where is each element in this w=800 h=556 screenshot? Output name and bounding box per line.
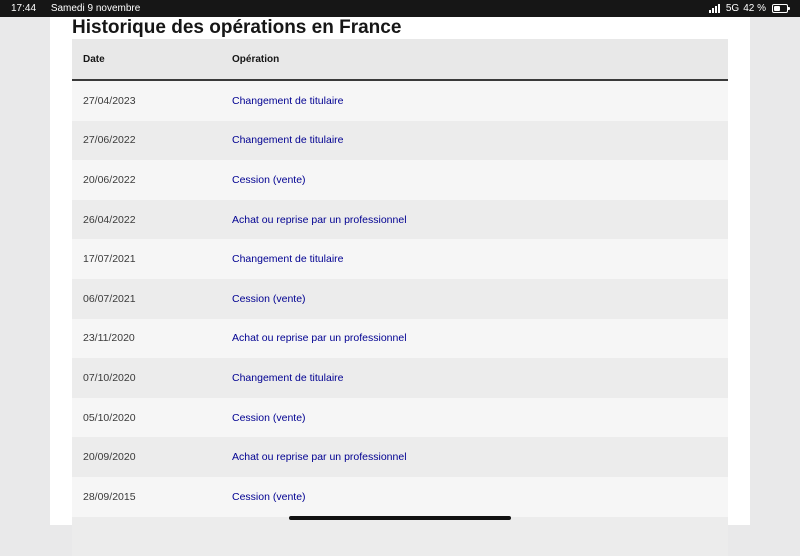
table-row: 06/07/2021 Cession (vente) [72, 278, 728, 319]
status-left: 17:44 Samedi 9 novembre [11, 0, 140, 17]
table-body: 27/04/2023 Changement de titulaire 27/06… [72, 81, 728, 556]
row-date: 20/09/2020 [83, 451, 136, 464]
row-operation-link[interactable]: Achat ou reprise par un professionnel [232, 451, 728, 463]
table-row: 27/04/2023 Changement de titulaire [72, 81, 728, 121]
row-date: 27/06/2022 [83, 134, 136, 147]
status-time: 17:44 [11, 3, 37, 14]
row-operation-link[interactable]: Changement de titulaire [232, 253, 728, 265]
table-row: 23/11/2020 Achat ou reprise par un profe… [72, 318, 728, 359]
column-header-operation: Opération [232, 53, 280, 65]
row-date: 27/04/2023 [83, 94, 136, 107]
row-operation-link[interactable]: Achat ou reprise par un professionnel [232, 214, 728, 226]
page-content: Historique des opérations en France Date… [50, 17, 750, 556]
row-date: 06/07/2021 [83, 292, 136, 305]
row-operation-link[interactable]: Achat ou reprise par un professionnel [232, 332, 728, 344]
battery-icon [772, 4, 790, 13]
battery-percent: 42 % [743, 3, 766, 14]
row-date: 26/04/2022 [83, 213, 136, 226]
row-operation-link[interactable]: Cession (vente) [232, 491, 728, 503]
table-row: 05/10/2020 Cession (vente) [72, 397, 728, 438]
page-title: Historique des opérations en France [72, 17, 402, 38]
row-operation-link[interactable]: Changement de titulaire [232, 372, 728, 384]
operations-table: Date Opération 27/04/2023 Changement de … [72, 39, 728, 556]
row-date: 05/10/2020 [83, 411, 136, 424]
row-date: 28/09/2015 [83, 490, 136, 503]
signal-icon [708, 4, 720, 13]
row-date: 17/07/2021 [83, 253, 136, 266]
row-operation-link[interactable]: Changement de titulaire [232, 134, 728, 146]
status-right: 5G 42 % [708, 0, 790, 17]
row-date: 23/11/2020 [83, 332, 135, 345]
row-operation-link[interactable]: Cession (vente) [232, 174, 728, 186]
row-operation-link[interactable]: Cession (vente) [232, 412, 728, 424]
table-row [72, 516, 728, 556]
table-row: 07/10/2020 Changement de titulaire [72, 358, 728, 398]
home-indicator[interactable] [289, 516, 511, 520]
row-operation-link[interactable]: Changement de titulaire [232, 95, 728, 107]
table-row: 20/06/2022 Cession (vente) [72, 160, 728, 200]
table-row: 27/06/2022 Changement de titulaire [72, 120, 728, 161]
row-date: 07/10/2020 [83, 371, 136, 384]
table-row: 28/09/2015 Cession (vente) [72, 476, 728, 517]
status-bar: 17:44 Samedi 9 novembre 5G 42 % [0, 0, 800, 17]
row-date: 20/06/2022 [83, 173, 136, 186]
network-type: 5G [725, 3, 740, 14]
table-header: Date Opération [72, 39, 728, 81]
table-row: 17/07/2021 Changement de titulaire [72, 239, 728, 279]
column-header-date: Date [83, 53, 105, 65]
table-row: 20/09/2020 Achat ou reprise par un profe… [72, 437, 728, 477]
table-row: 26/04/2022 Achat ou reprise par un profe… [72, 199, 728, 240]
row-operation-link[interactable]: Cession (vente) [232, 293, 728, 305]
status-date: Samedi 9 novembre [50, 3, 141, 14]
